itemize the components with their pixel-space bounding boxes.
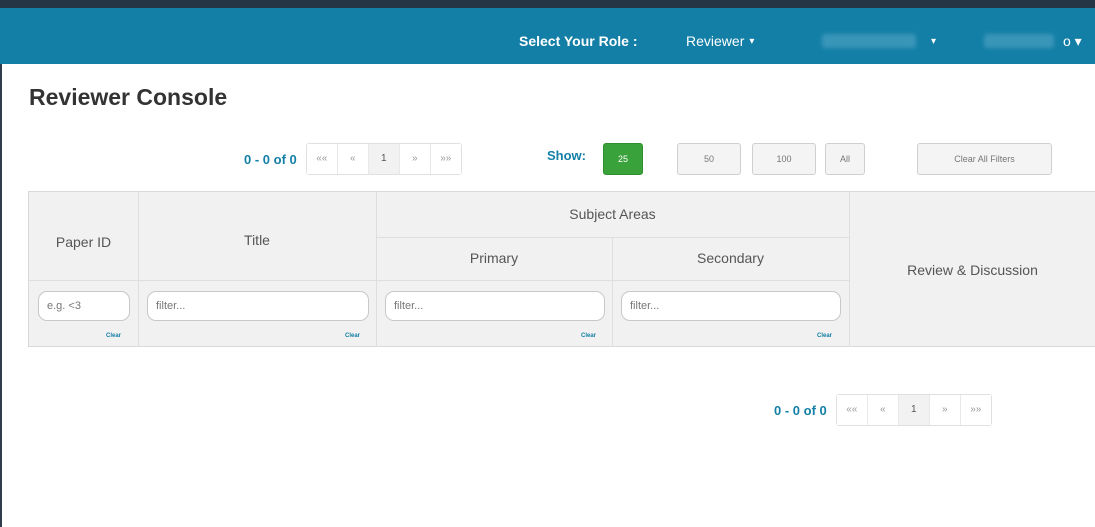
redacted-account <box>984 34 1054 48</box>
current-page-button[interactable]: 1 <box>898 395 930 425</box>
prev-page-button[interactable]: « <box>867 395 899 425</box>
clear-all-filters-button[interactable]: Clear All Filters <box>917 143 1052 175</box>
header-review-discussion[interactable]: Review & Discussion <box>849 262 1095 278</box>
papers-table: Paper ID Title Subject Areas Primary Sec… <box>28 191 1095 347</box>
show-25-button[interactable]: 25 <box>603 143 643 175</box>
next-page-button[interactable]: » <box>399 144 431 174</box>
first-page-button[interactable]: «« <box>836 395 868 425</box>
top-navbar: Select Your Role : Reviewer ▾ ▾ o ▾ <box>0 8 1095 64</box>
row-divider <box>376 237 849 238</box>
first-page-button[interactable]: «« <box>306 144 338 174</box>
header-secondary[interactable]: Secondary <box>612 250 849 266</box>
paper-id-filter-input[interactable] <box>38 291 130 321</box>
paper-id-clear-link[interactable]: Clear <box>106 333 121 339</box>
account-menu-dropdown[interactable]: o ▾ <box>1063 8 1082 64</box>
pagination: «« « 1 » »» <box>835 394 992 426</box>
record-count: 0 - 0 of 0 <box>774 402 827 418</box>
show-all-button[interactable]: All <box>825 143 865 175</box>
secondary-filter-input[interactable] <box>621 291 841 321</box>
header-subject-areas: Subject Areas <box>569 206 656 222</box>
header-paper-id[interactable]: Paper ID <box>29 234 138 250</box>
record-count: 0 - 0 of 0 <box>244 151 297 167</box>
last-page-button[interactable]: »» <box>960 395 991 425</box>
header-primary[interactable]: Primary <box>376 250 612 266</box>
next-page-button[interactable]: » <box>929 395 961 425</box>
column-divider <box>138 192 139 347</box>
prev-page-button[interactable]: « <box>337 144 369 174</box>
role-value: Reviewer <box>686 33 745 49</box>
current-page-button[interactable]: 1 <box>368 144 400 174</box>
chevron-down-icon: ▾ <box>749 36 755 48</box>
page-title: Reviewer Console <box>29 84 228 110</box>
primary-clear-link[interactable]: Clear <box>581 333 596 339</box>
pager-top: 0 - 0 of 0 «« « 1 » »» <box>244 143 462 175</box>
secondary-clear-link[interactable]: Clear <box>817 333 832 339</box>
last-page-button[interactable]: »» <box>430 144 461 174</box>
header-title[interactable]: Title <box>138 232 376 248</box>
show-label: Show: <box>547 148 586 163</box>
redacted-username <box>822 34 916 48</box>
title-filter-input[interactable] <box>147 291 369 321</box>
primary-filter-input[interactable] <box>385 291 605 321</box>
top-strip <box>0 0 1095 8</box>
window-left-edge <box>0 0 2 527</box>
row-divider <box>29 280 849 281</box>
chevron-down-icon: ▾ <box>931 36 937 48</box>
show-100-button[interactable]: 100 <box>752 143 816 175</box>
pagination: «« « 1 » »» <box>305 143 462 175</box>
user-menu-dropdown[interactable]: ▾ <box>926 8 936 64</box>
pager-bottom: 0 - 0 of 0 «« « 1 » »» <box>774 394 992 426</box>
role-dropdown[interactable]: Reviewer ▾ <box>686 8 754 64</box>
show-50-button[interactable]: 50 <box>677 143 741 175</box>
title-clear-link[interactable]: Clear <box>345 333 360 339</box>
role-label: Select Your Role : <box>519 33 638 49</box>
